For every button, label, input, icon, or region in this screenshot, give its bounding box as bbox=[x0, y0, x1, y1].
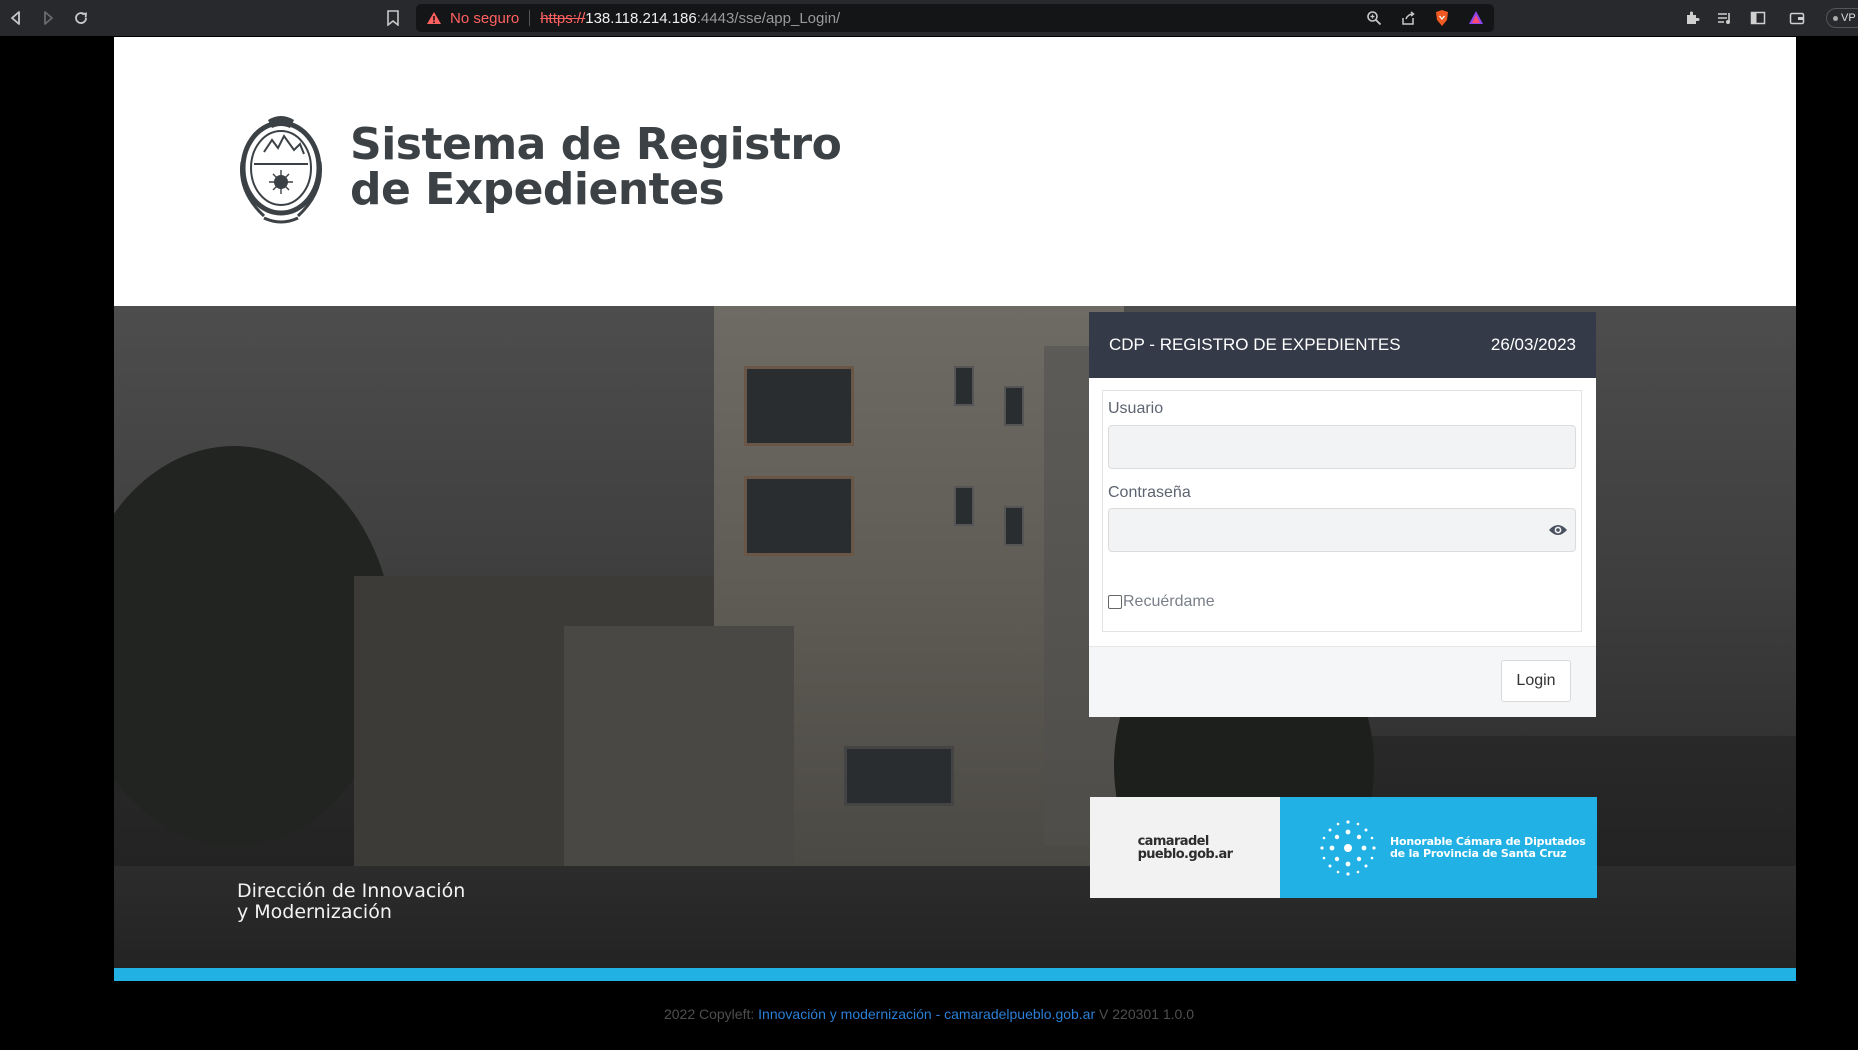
password-input[interactable] bbox=[1108, 508, 1576, 552]
login-button[interactable]: Login bbox=[1501, 660, 1571, 702]
hcd-emblem-icon bbox=[1320, 819, 1376, 876]
security-label[interactable]: No seguro bbox=[450, 10, 519, 27]
hero-window bbox=[744, 476, 854, 556]
remember-me[interactable]: Recuérdame bbox=[1108, 593, 1215, 611]
camaradelpueblo-logo[interactable]: camaradel pueblo.gob.ar bbox=[1090, 797, 1280, 898]
url-protocol: https:// bbox=[540, 9, 586, 27]
sidebar-icon[interactable] bbox=[1746, 6, 1770, 30]
vpn-status-dot bbox=[1833, 15, 1838, 21]
page-footer: 2022 Copyleft: Innovación y modernizació… bbox=[663, 1006, 1195, 1022]
login-title: CDP - REGISTRO DE EXPEDIENTES bbox=[1109, 335, 1401, 354]
hcd-line1: Honorable Cámara de Diputados bbox=[1390, 834, 1586, 848]
direction-label: Dirección de Innovación y Modernización bbox=[237, 881, 465, 923]
bookmark-icon[interactable] bbox=[381, 6, 405, 30]
camaradelpueblo-line1: camaradel bbox=[1137, 833, 1210, 849]
login-form: Usuario Contraseña Recuérdame bbox=[1102, 390, 1582, 632]
zoom-icon[interactable] bbox=[1364, 8, 1384, 28]
login-footer: Login bbox=[1089, 646, 1596, 717]
warning-icon[interactable] bbox=[426, 10, 442, 26]
site-title: Sistema de Registro de Expedientes bbox=[350, 119, 842, 215]
remember-label[interactable]: Recuérdame bbox=[1123, 593, 1215, 611]
back-icon[interactable] bbox=[4, 6, 28, 30]
forward-icon[interactable] bbox=[36, 6, 60, 30]
hero-building-annex bbox=[564, 626, 794, 876]
hero-window bbox=[744, 366, 854, 446]
footer-copyright: 2022 Copyleft bbox=[663, 1006, 751, 1022]
vpn-button[interactable]: VP bbox=[1826, 8, 1858, 28]
footer-link[interactable]: Innovación y modernización - camaradelpu… bbox=[758, 1006, 1095, 1022]
brave-rewards-icon[interactable] bbox=[1466, 8, 1486, 28]
wallet-icon[interactable] bbox=[1785, 6, 1809, 30]
show-password-icon[interactable] bbox=[1547, 520, 1569, 540]
login-panel: CDP - REGISTRO DE EXPEDIENTES 26/03/2023… bbox=[1089, 312, 1596, 717]
playlist-icon[interactable] bbox=[1713, 6, 1737, 30]
url-host: 138.118.214.186 bbox=[585, 9, 697, 27]
institution-banner[interactable]: camaradel pueblo.gob.ar Honorable Cámara… bbox=[1090, 797, 1597, 898]
site-title-line1: Sistema de Registro bbox=[350, 119, 842, 170]
hero-window bbox=[954, 486, 974, 526]
hcd-logo-text: Honorable Cámara de Diputados de la Prov… bbox=[1390, 834, 1586, 860]
address-bar[interactable]: No seguro https:// 138.118.214.186 :4443… bbox=[416, 4, 1494, 32]
provincial-seal-logo bbox=[234, 112, 328, 228]
direction-line2: y Modernización bbox=[237, 901, 392, 923]
browser-toolbar: No seguro https:// 138.118.214.186 :4443… bbox=[0, 0, 1858, 36]
remember-checkbox[interactable] bbox=[1108, 595, 1122, 609]
reload-icon[interactable] bbox=[69, 6, 93, 30]
login-date: 26/03/2023 bbox=[1490, 335, 1576, 354]
extensions-icon[interactable] bbox=[1680, 6, 1704, 30]
username-input[interactable] bbox=[1108, 425, 1576, 469]
vpn-label: VP bbox=[1841, 12, 1856, 24]
accent-bar bbox=[114, 968, 1796, 981]
hcd-logo[interactable]: Honorable Cámara de Diputados de la Prov… bbox=[1280, 797, 1597, 898]
site-title-line2: de Expedientes bbox=[350, 164, 725, 215]
hero-window bbox=[844, 746, 954, 806]
footer-version: V 220301 1.0.0 bbox=[1099, 1006, 1195, 1022]
camaradelpueblo-logo-text: camaradel pueblo.gob.ar bbox=[1138, 835, 1233, 861]
hero-window bbox=[1004, 506, 1024, 546]
username-label: Usuario bbox=[1108, 400, 1164, 417]
address-bar-actions bbox=[1364, 4, 1486, 32]
site-header: Sistema de Registro de Expedientes bbox=[114, 37, 1796, 306]
camaradelpueblo-line2: pueblo.gob.ar bbox=[1137, 846, 1233, 862]
direction-line1: Dirección de Innovación bbox=[237, 880, 466, 902]
address-separator bbox=[529, 10, 531, 26]
login-header: CDP - REGISTRO DE EXPEDIENTES 26/03/2023 bbox=[1089, 312, 1596, 378]
hcd-line2: de la Provincia de Santa Cruz bbox=[1390, 846, 1567, 860]
hero-window bbox=[954, 366, 974, 406]
hero-window bbox=[1004, 386, 1024, 426]
brave-shield-icon[interactable] bbox=[1432, 8, 1452, 28]
share-icon[interactable] bbox=[1398, 8, 1418, 28]
password-label: Contraseña bbox=[1108, 484, 1191, 501]
url-path: :4443/sse/app_Login/ bbox=[696, 9, 841, 27]
